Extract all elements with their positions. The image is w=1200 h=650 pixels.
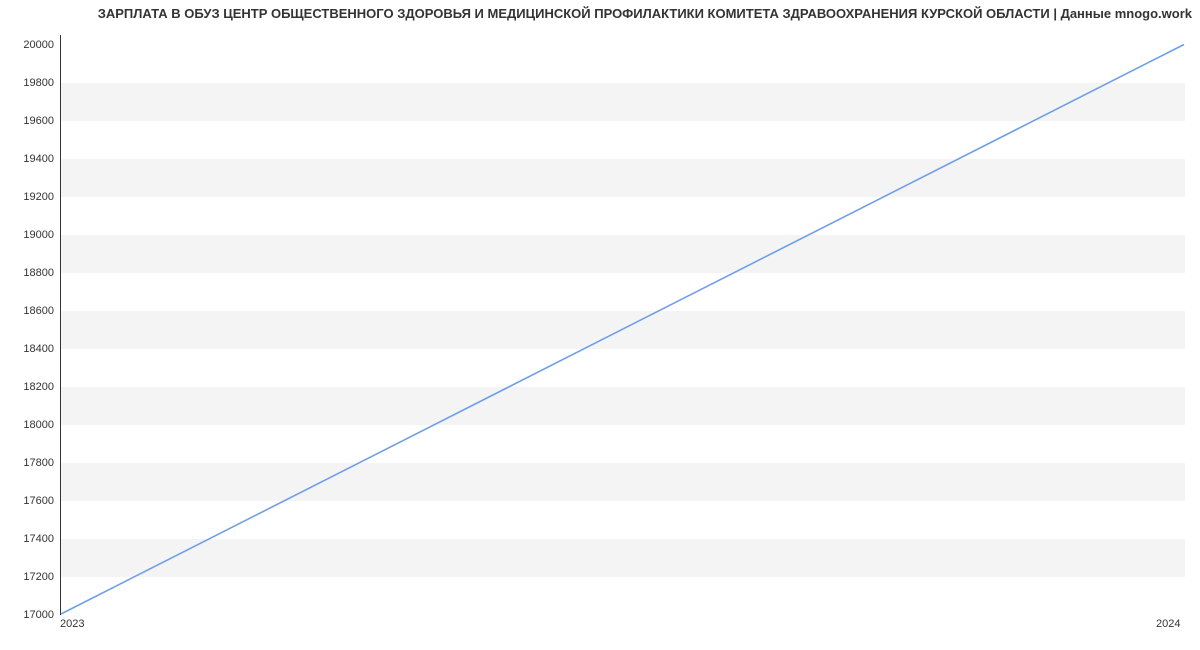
y-tick-label: 18200 xyxy=(4,381,54,393)
plot-area xyxy=(60,35,1185,615)
line-layer xyxy=(61,35,1185,614)
chart-title: ЗАРПЛАТА В ОБУЗ ЦЕНТР ОБЩЕСТВЕННОГО ЗДОР… xyxy=(0,6,1192,21)
y-tick-label: 17400 xyxy=(4,533,54,545)
y-tick-label: 19200 xyxy=(4,191,54,203)
y-tick-label: 19800 xyxy=(4,77,54,89)
y-tick-label: 18000 xyxy=(4,419,54,431)
y-tick-label: 18800 xyxy=(4,267,54,279)
y-tick-label: 17600 xyxy=(4,495,54,507)
y-tick-label: 17800 xyxy=(4,457,54,469)
y-tick-label: 20000 xyxy=(4,39,54,51)
x-tick-label: 2023 xyxy=(60,618,84,630)
data-line xyxy=(61,44,1184,614)
y-tick-label: 19600 xyxy=(4,115,54,127)
x-tick-label: 2024 xyxy=(1156,618,1180,630)
y-tick-label: 19000 xyxy=(4,229,54,241)
y-tick-label: 17200 xyxy=(4,571,54,583)
y-tick-label: 17000 xyxy=(4,609,54,621)
y-tick-label: 19400 xyxy=(4,153,54,165)
y-tick-label: 18400 xyxy=(4,343,54,355)
y-tick-label: 18600 xyxy=(4,305,54,317)
chart-container: ЗАРПЛАТА В ОБУЗ ЦЕНТР ОБЩЕСТВЕННОГО ЗДОР… xyxy=(0,0,1200,650)
